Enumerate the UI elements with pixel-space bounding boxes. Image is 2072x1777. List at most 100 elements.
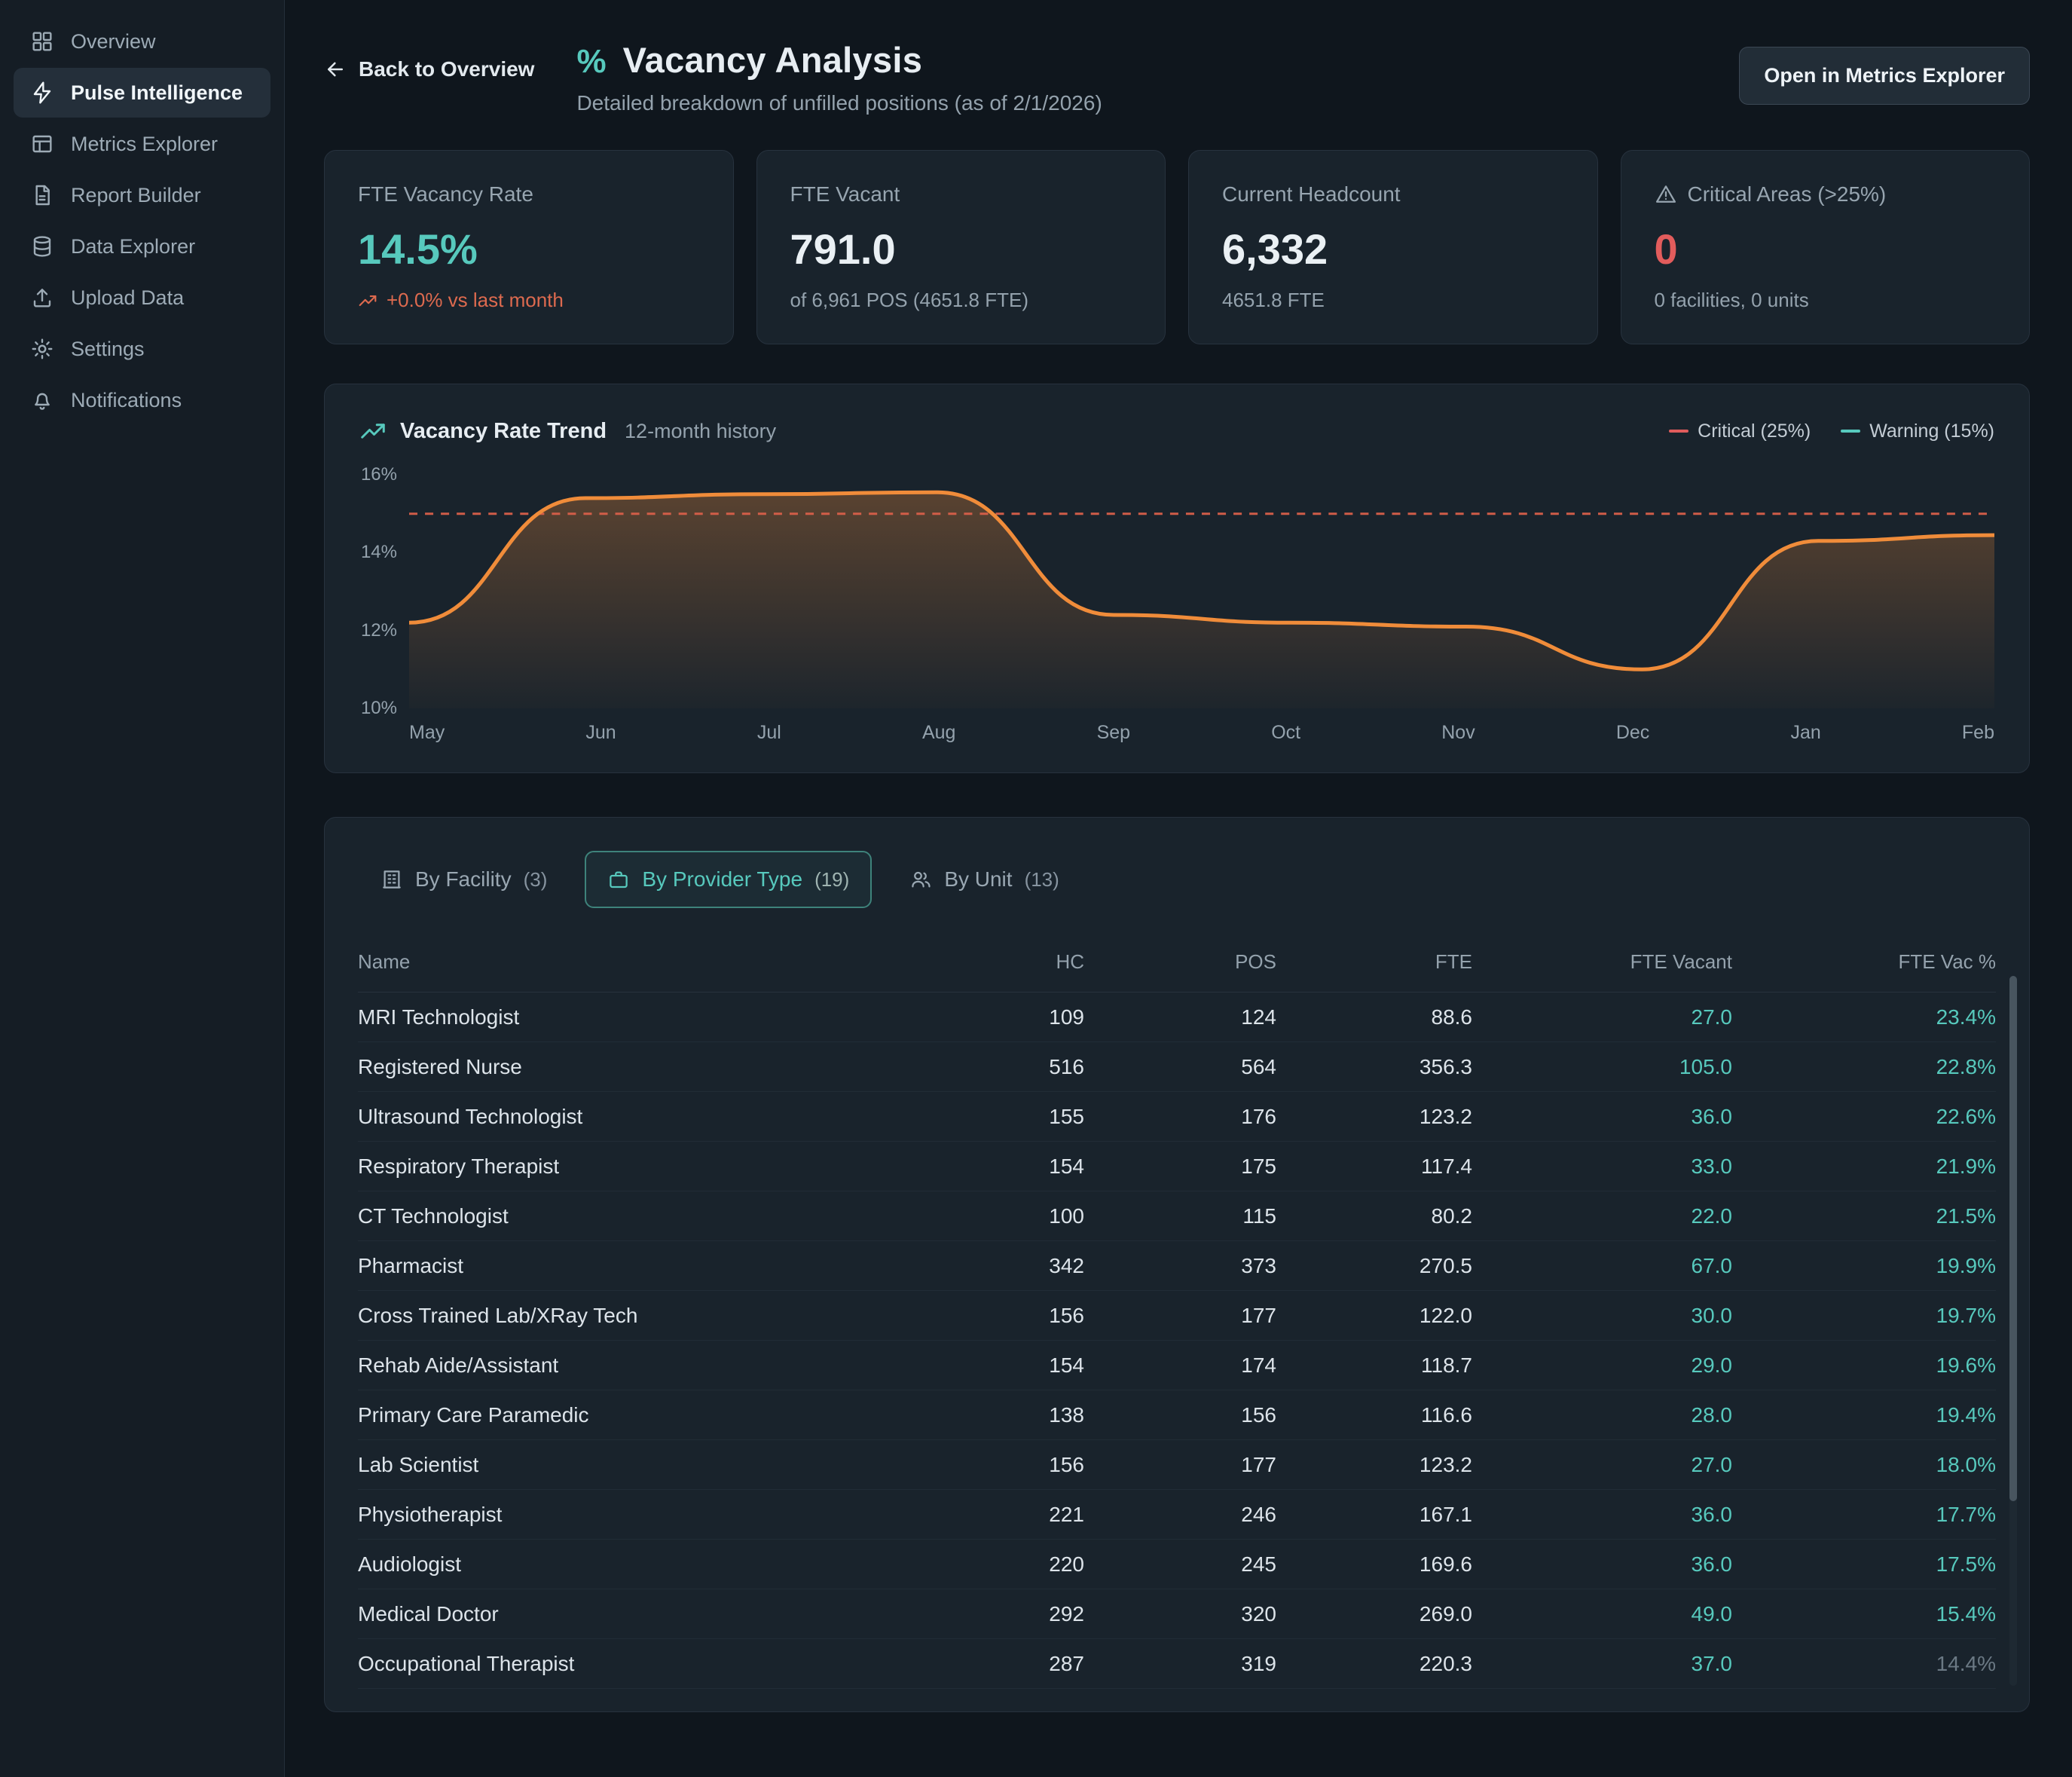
trend-up-icon [358, 291, 377, 310]
cell-fte-vac-pct: 18.0% [1732, 1440, 1996, 1490]
cell-fte: 169.6 [1276, 1540, 1472, 1589]
cell-fte: 118.7 [1276, 1341, 1472, 1390]
cell-pos: 177 [1084, 1440, 1276, 1490]
back-to-overview-link[interactable]: Back to Overview [324, 57, 534, 81]
table-row[interactable]: Ultrasound Technologist 155 176 123.2 36… [358, 1092, 1996, 1142]
sidebar-item-upload-data[interactable]: Upload Data [14, 273, 270, 323]
kpi-sub: 0 facilities, 0 units [1655, 289, 1997, 312]
cell-fte-vac-pct: 19.9% [1732, 1241, 1996, 1291]
table-row[interactable]: Occupational Therapist 287 319 220.3 37.… [358, 1639, 1996, 1689]
tab-by-facility[interactable]: By Facility (3) [358, 851, 570, 908]
x-axis-label: Aug [922, 722, 955, 744]
table-icon [30, 132, 54, 156]
table-row[interactable]: Lab Scientist 156 177 123.2 27.0 18.0% [358, 1440, 1996, 1490]
cell-fte-vac-pct: 19.4% [1732, 1390, 1996, 1440]
trend-up-icon [359, 417, 387, 445]
y-axis-label: 14% [361, 542, 397, 563]
cell-hc: 155 [881, 1092, 1084, 1142]
column-header-pos[interactable]: POS [1084, 937, 1276, 992]
table-scrollbar[interactable] [2009, 976, 2017, 1686]
cell-name: Primary Care Paramedic [358, 1390, 881, 1440]
cell-fte-vac-pct: 17.5% [1732, 1540, 1996, 1589]
cell-hc: 221 [881, 1490, 1084, 1540]
sidebar-item-label: Settings [71, 338, 145, 361]
table-row[interactable]: Medical Doctor 292 320 269.0 49.0 15.4% [358, 1589, 1996, 1639]
cell-hc: 154 [881, 1142, 1084, 1191]
table-body: MRI Technologist 109 124 88.6 27.0 23.4%… [358, 992, 1996, 1689]
cell-hc: 156 [881, 1291, 1084, 1341]
cell-fte-vac-pct: 22.6% [1732, 1092, 1996, 1142]
table-row[interactable]: Physiotherapist 221 246 167.1 36.0 17.7% [358, 1490, 1996, 1540]
cell-pos: 115 [1084, 1191, 1276, 1241]
cell-fte: 117.4 [1276, 1142, 1472, 1191]
cell-fte-vacant: 49.0 [1472, 1589, 1732, 1639]
table-row[interactable]: Registered Nurse 516 564 356.3 105.0 22.… [358, 1042, 1996, 1092]
cell-name: Registered Nurse [358, 1042, 881, 1092]
column-header-fte-vac-pct[interactable]: FTE Vac % [1732, 937, 1996, 992]
kpi-row: FTE Vacancy Rate 14.5% +0.0% vs last mon… [324, 150, 2030, 344]
table-row[interactable]: Cross Trained Lab/XRay Tech 156 177 122.… [358, 1291, 1996, 1341]
sidebar-item-overview[interactable]: Overview [14, 17, 270, 66]
cell-fte-vacant: 29.0 [1472, 1341, 1732, 1390]
sidebar-item-label: Upload Data [71, 286, 184, 310]
chart-plot [409, 475, 1994, 708]
legend-critical: Critical (25%) [1669, 421, 1811, 442]
table-row[interactable]: Audiologist 220 245 169.6 36.0 17.5% [358, 1540, 1996, 1589]
kpi-value: 791.0 [790, 225, 1132, 274]
sidebar-item-notifications[interactable]: Notifications [14, 375, 270, 425]
x-axis-label: Jul [757, 722, 781, 744]
column-header-fte-vacant[interactable]: FTE Vacant [1472, 937, 1732, 992]
table-row[interactable]: MRI Technologist 109 124 88.6 27.0 23.4% [358, 992, 1996, 1042]
cell-fte-vacant: 36.0 [1472, 1540, 1732, 1589]
cell-pos: 245 [1084, 1540, 1276, 1589]
arrow-left-icon [324, 58, 347, 81]
cell-fte-vacant: 27.0 [1472, 992, 1732, 1042]
kpi-value: 6,332 [1222, 225, 1564, 274]
cell-name: Pharmacist [358, 1241, 881, 1291]
sidebar-item-label: Report Builder [71, 184, 201, 207]
table-row[interactable]: Pharmacist 342 373 270.5 67.0 19.9% [358, 1241, 1996, 1291]
kpi-sub: 4651.8 FTE [1222, 289, 1564, 312]
table-row[interactable]: Rehab Aide/Assistant 154 174 118.7 29.0 … [358, 1341, 1996, 1390]
table-row[interactable]: Respiratory Therapist 154 175 117.4 33.0… [358, 1142, 1996, 1191]
cell-name: Occupational Therapist [358, 1639, 881, 1689]
sidebar-item-label: Pulse Intelligence [71, 81, 243, 105]
building-icon [380, 868, 403, 891]
sidebar-item-pulse-intelligence[interactable]: Pulse Intelligence [14, 68, 270, 118]
scrollbar-thumb[interactable] [2009, 976, 2017, 1501]
y-axis-label: 10% [361, 698, 397, 719]
column-header-name[interactable]: Name [358, 937, 881, 992]
sidebar-item-label: Overview [71, 30, 156, 54]
tab-by-provider-type[interactable]: By Provider Type (19) [585, 851, 872, 908]
sidebar-item-metrics-explorer[interactable]: Metrics Explorer [14, 119, 270, 169]
cell-fte: 269.0 [1276, 1589, 1472, 1639]
legend-warning: Warning (15%) [1841, 421, 1994, 442]
cell-pos: 320 [1084, 1589, 1276, 1639]
y-axis-label: 12% [361, 620, 397, 641]
cell-fte-vacant: 37.0 [1472, 1639, 1732, 1689]
cell-fte-vacant: 36.0 [1472, 1490, 1732, 1540]
sidebar-item-settings[interactable]: Settings [14, 324, 270, 374]
cell-fte: 116.6 [1276, 1390, 1472, 1440]
column-header-hc[interactable]: HC [881, 937, 1084, 992]
cell-hc: 292 [881, 1589, 1084, 1639]
breakdown-tabs: By Facility (3) By Provider Type (19) By… [358, 851, 1996, 908]
table-row[interactable]: Primary Care Paramedic 138 156 116.6 28.… [358, 1390, 1996, 1440]
cell-hc: 109 [881, 992, 1084, 1042]
kpi-card-fte-vacant: FTE Vacant 791.0 of 6,961 POS (4651.8 FT… [756, 150, 1166, 344]
cell-name: Respiratory Therapist [358, 1142, 881, 1191]
trend-area [409, 492, 1994, 708]
table-row[interactable]: CT Technologist 100 115 80.2 22.0 21.5% [358, 1191, 1996, 1241]
open-in-metrics-explorer-button[interactable]: Open in Metrics Explorer [1739, 47, 2030, 105]
cell-name: Medical Doctor [358, 1589, 881, 1639]
warning-dash-icon [1841, 430, 1860, 433]
sidebar-item-report-builder[interactable]: Report Builder [14, 170, 270, 220]
sidebar-item-data-explorer[interactable]: Data Explorer [14, 222, 270, 271]
column-header-fte[interactable]: FTE [1276, 937, 1472, 992]
tab-by-unit[interactable]: By Unit (13) [887, 851, 1082, 908]
cell-pos: 177 [1084, 1291, 1276, 1341]
kpi-value: 0 [1655, 225, 1997, 274]
cell-fte-vac-pct: 21.5% [1732, 1191, 1996, 1241]
y-axis-label: 16% [361, 464, 397, 485]
cell-hc: 342 [881, 1241, 1084, 1291]
